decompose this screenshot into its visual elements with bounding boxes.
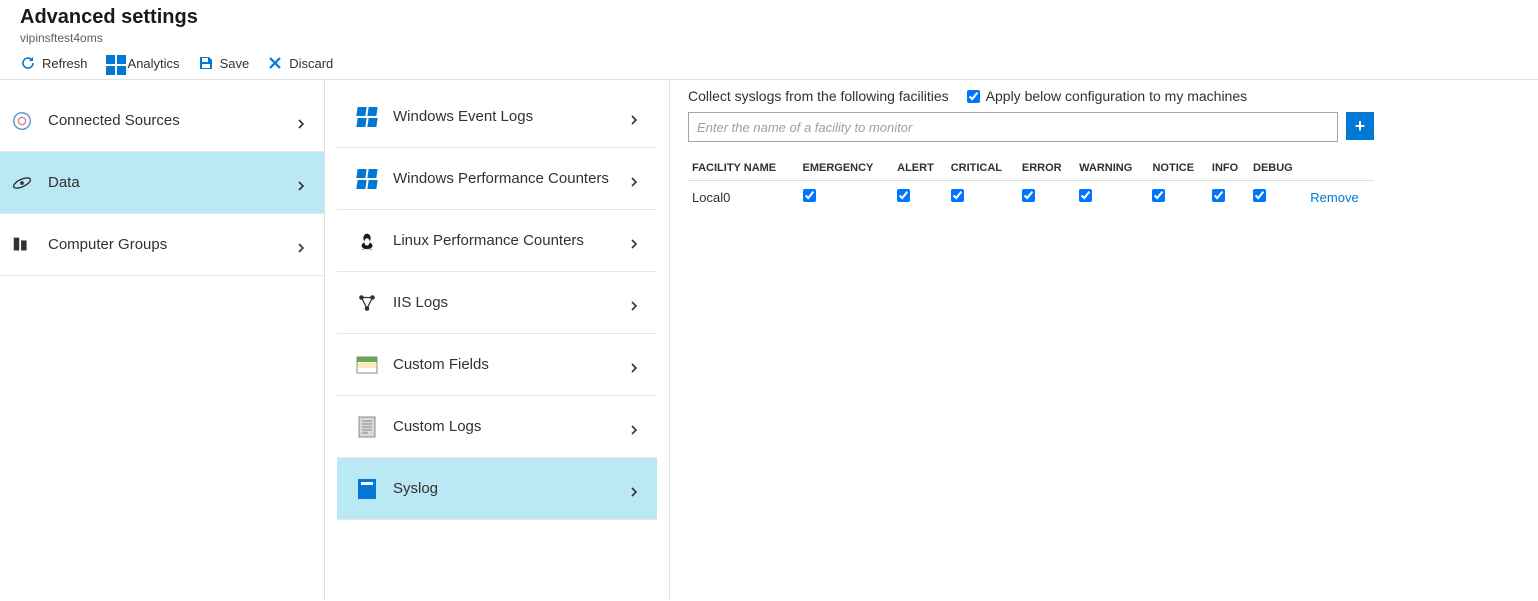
- nav-windows-event-logs[interactable]: Windows Event Logs: [337, 86, 657, 148]
- nav-custom-logs-label: Custom Logs: [393, 418, 481, 435]
- chevron-right-icon: [629, 112, 639, 122]
- col-facility: FACILITY NAME: [688, 156, 799, 181]
- nav-data[interactable]: Data: [0, 152, 324, 214]
- col-debug: DEBUG: [1249, 156, 1306, 181]
- nav-windows-perf-counters[interactable]: Windows Performance Counters: [337, 148, 657, 210]
- nav-syslog[interactable]: Syslog: [337, 458, 657, 520]
- discard-icon: [267, 55, 283, 71]
- add-facility-button[interactable]: +: [1346, 112, 1374, 140]
- facility-table: FACILITY NAME EMERGENCY ALERT CRITICAL E…: [688, 156, 1374, 213]
- remove-facility-link[interactable]: Remove: [1310, 190, 1358, 205]
- col-warning: WARNING: [1075, 156, 1148, 181]
- col-notice: NOTICE: [1148, 156, 1207, 181]
- chevron-right-icon: [629, 298, 639, 308]
- nav-computer-groups-label: Computer Groups: [48, 236, 167, 253]
- nav-connected-sources[interactable]: Connected Sources: [0, 90, 324, 152]
- custom-logs-icon: [355, 415, 379, 439]
- refresh-icon: [20, 55, 36, 71]
- chevron-right-icon: [296, 240, 306, 250]
- plus-icon: +: [1355, 116, 1366, 137]
- nav-iis-logs[interactable]: IIS Logs: [337, 272, 657, 334]
- error-checkbox[interactable]: [1022, 189, 1035, 202]
- apply-config-checkbox[interactable]: [967, 90, 980, 103]
- emergency-checkbox[interactable]: [803, 189, 816, 202]
- linux-icon: [355, 229, 379, 253]
- nav-custom-logs[interactable]: Custom Logs: [337, 396, 657, 458]
- page-header: Advanced settings vipinsftest4oms: [0, 0, 1538, 49]
- critical-checkbox[interactable]: [951, 189, 964, 202]
- alert-checkbox[interactable]: [897, 189, 910, 202]
- syslog-heading: Collect syslogs from the following facil…: [688, 88, 949, 104]
- chevron-right-icon: [296, 178, 306, 188]
- syslog-panel: Collect syslogs from the following facil…: [670, 80, 1390, 600]
- save-button[interactable]: Save: [198, 55, 250, 71]
- nav-secondary: Windows Event Logs Windows Performance C…: [325, 80, 670, 600]
- page-title: Advanced settings: [20, 6, 1518, 29]
- toolbar: Refresh Analytics Save Discard: [0, 49, 1538, 80]
- nav-windows-perf-label: Windows Performance Counters: [393, 170, 609, 187]
- connected-sources-icon: [10, 109, 34, 133]
- nav-iis-logs-label: IIS Logs: [393, 294, 448, 311]
- refresh-label: Refresh: [42, 56, 88, 71]
- nav-connected-sources-label: Connected Sources: [48, 112, 180, 129]
- chevron-right-icon: [629, 236, 639, 246]
- analytics-button[interactable]: Analytics: [106, 55, 180, 71]
- nav-primary: Connected Sources Data Computer Groups: [0, 80, 325, 600]
- col-emergency: EMERGENCY: [799, 156, 894, 181]
- facility-name-cell: Local0: [688, 181, 799, 214]
- data-icon: [10, 171, 34, 195]
- iis-icon: [355, 291, 379, 315]
- nav-custom-fields-label: Custom Fields: [393, 356, 489, 373]
- col-error: ERROR: [1018, 156, 1075, 181]
- chevron-right-icon: [629, 422, 639, 432]
- apply-config-label: Apply below configuration to my machines: [986, 88, 1247, 104]
- col-critical: CRITICAL: [947, 156, 1018, 181]
- computer-groups-icon: [10, 233, 34, 257]
- discard-button[interactable]: Discard: [267, 55, 333, 71]
- apply-config-checkbox-row[interactable]: Apply below configuration to my machines: [967, 88, 1247, 104]
- chevron-right-icon: [629, 484, 639, 494]
- nav-linux-perf-counters[interactable]: Linux Performance Counters: [337, 210, 657, 272]
- refresh-button[interactable]: Refresh: [20, 55, 88, 71]
- nav-custom-fields[interactable]: Custom Fields: [337, 334, 657, 396]
- custom-fields-icon: [355, 353, 379, 377]
- chevron-right-icon: [629, 174, 639, 184]
- save-icon: [198, 55, 214, 71]
- col-alert: ALERT: [893, 156, 947, 181]
- windows-icon: [355, 167, 379, 191]
- content-columns: Connected Sources Data Computer Groups: [0, 80, 1538, 600]
- workspace-name: vipinsftest4oms: [20, 31, 1518, 45]
- col-info: INFO: [1208, 156, 1249, 181]
- discard-label: Discard: [289, 56, 333, 71]
- nav-computer-groups[interactable]: Computer Groups: [0, 214, 324, 276]
- nav-data-label: Data: [48, 174, 80, 191]
- analytics-icon: [106, 55, 122, 71]
- nav-linux-perf-label: Linux Performance Counters: [393, 232, 584, 249]
- nav-windows-event-logs-label: Windows Event Logs: [393, 108, 533, 125]
- chevron-right-icon: [296, 116, 306, 126]
- notice-checkbox[interactable]: [1152, 189, 1165, 202]
- info-checkbox[interactable]: [1212, 189, 1225, 202]
- save-label: Save: [220, 56, 250, 71]
- warning-checkbox[interactable]: [1079, 189, 1092, 202]
- nav-syslog-label: Syslog: [393, 480, 438, 497]
- chevron-right-icon: [629, 360, 639, 370]
- syslog-icon: [355, 477, 379, 501]
- analytics-label: Analytics: [128, 56, 180, 71]
- debug-checkbox[interactable]: [1253, 189, 1266, 202]
- table-row: Local0 Remove: [688, 181, 1374, 214]
- windows-icon: [355, 105, 379, 129]
- facility-name-input[interactable]: [688, 112, 1338, 142]
